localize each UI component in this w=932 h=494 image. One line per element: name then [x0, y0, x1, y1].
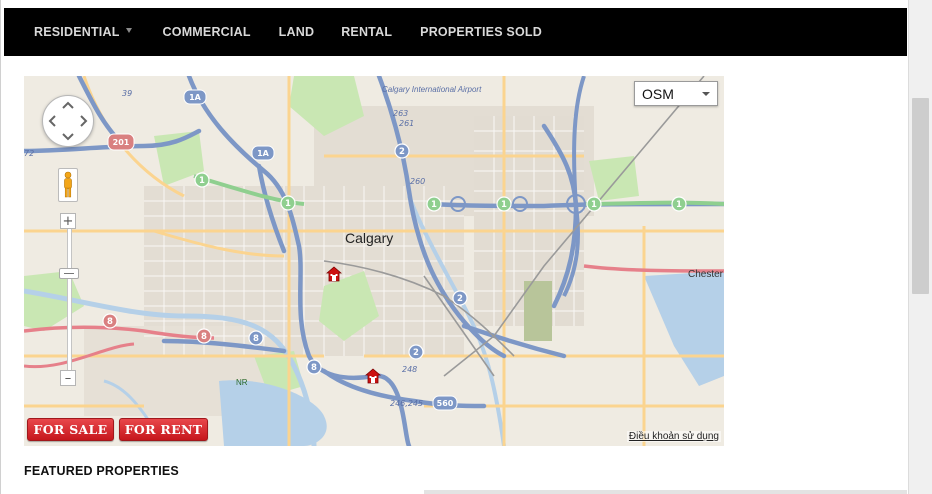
zoom-out-button[interactable]: –	[60, 370, 76, 386]
zoom-slider-track[interactable]	[67, 228, 72, 376]
for-rent-button[interactable]: FOR RENT	[119, 418, 208, 441]
main-nav: RESIDENTIAL COMMERCIAL LAND RENTAL PROPE…	[4, 8, 907, 56]
svg-text:8: 8	[107, 317, 113, 327]
house-marker-icon[interactable]	[326, 266, 342, 282]
svg-text:260: 260	[410, 177, 425, 186]
svg-text:1A: 1A	[189, 93, 202, 102]
svg-text:201: 201	[113, 138, 130, 147]
svg-text:263: 263	[393, 109, 408, 118]
svg-text:2: 2	[399, 147, 405, 157]
svg-text:1: 1	[501, 200, 507, 210]
property-map[interactable]: 1A 1A 560 201 2 2 2 1 1 1 1 1 1 8 8 8 8 …	[24, 76, 724, 446]
svg-text:39: 39	[122, 89, 132, 98]
svg-text:246,245: 246,245	[390, 399, 423, 408]
map-layer-value: OSM	[642, 85, 674, 102]
svg-text:2: 2	[413, 348, 419, 358]
svg-text:560: 560	[437, 399, 454, 408]
nav-item-label: RENTAL	[341, 25, 393, 39]
nav-item-label: COMMERCIAL	[162, 25, 251, 39]
page-scrollbar[interactable]	[908, 0, 932, 494]
svg-text:1: 1	[285, 199, 291, 209]
svg-text:8: 8	[201, 332, 207, 342]
dropdown-caret-icon	[702, 92, 710, 96]
map-tiles: 1A 1A 560 201 2 2 2 1 1 1 1 1 1 8 8 8 8 …	[24, 76, 724, 446]
place-label-nr: NR	[236, 378, 248, 387]
svg-text:261: 261	[399, 119, 414, 128]
nav-item-rental[interactable]: RENTAL	[341, 25, 392, 39]
featured-properties-heading: FEATURED PROPERTIES	[24, 464, 179, 478]
nav-item-commercial[interactable]: COMMERCIAL	[163, 25, 251, 39]
svg-text:1: 1	[431, 200, 437, 210]
place-label-chester: Chester	[688, 269, 724, 280]
dropdown-caret-icon	[125, 27, 132, 33]
pegman-icon	[64, 171, 72, 198]
zoom-handle-grip	[64, 273, 74, 274]
nav-item-land[interactable]: LAND	[279, 25, 315, 39]
pan-control[interactable]	[42, 95, 94, 147]
svg-text:2: 2	[457, 294, 463, 304]
terms-of-use-link[interactable]: Điều khoản sử dụng	[626, 431, 721, 442]
svg-text:1: 1	[199, 176, 205, 186]
zoom-slider-handle[interactable]	[59, 268, 79, 279]
city-label: Calgary	[345, 230, 394, 246]
zoom-in-button[interactable]: +	[60, 213, 76, 229]
nav-item-properties-sold[interactable]: PROPERTIES SOLD	[420, 25, 542, 39]
featured-content-top	[424, 490, 907, 494]
svg-text:248: 248	[402, 365, 417, 374]
for-sale-button[interactable]: FOR SALE	[27, 418, 114, 441]
nav-item-label: LAND	[278, 25, 315, 39]
svg-text:1A: 1A	[257, 149, 270, 158]
map-layer-select[interactable]: OSM	[634, 81, 718, 106]
svg-text:72: 72	[24, 149, 34, 158]
nav-item-residential[interactable]: RESIDENTIAL	[34, 25, 132, 39]
svg-text:8: 8	[253, 334, 259, 344]
nav-item-label: PROPERTIES SOLD	[420, 25, 542, 39]
svg-text:8: 8	[311, 363, 317, 373]
airport-label: Calgary International Airport	[382, 85, 482, 94]
pan-control-icon	[48, 101, 88, 141]
street-view-button[interactable]	[58, 168, 78, 202]
scrollbar-thumb[interactable]	[912, 98, 929, 294]
svg-text:1: 1	[591, 200, 597, 210]
nav-item-label: RESIDENTIAL	[34, 25, 120, 39]
house-marker-icon[interactable]	[365, 368, 381, 384]
svg-text:1: 1	[676, 200, 682, 210]
